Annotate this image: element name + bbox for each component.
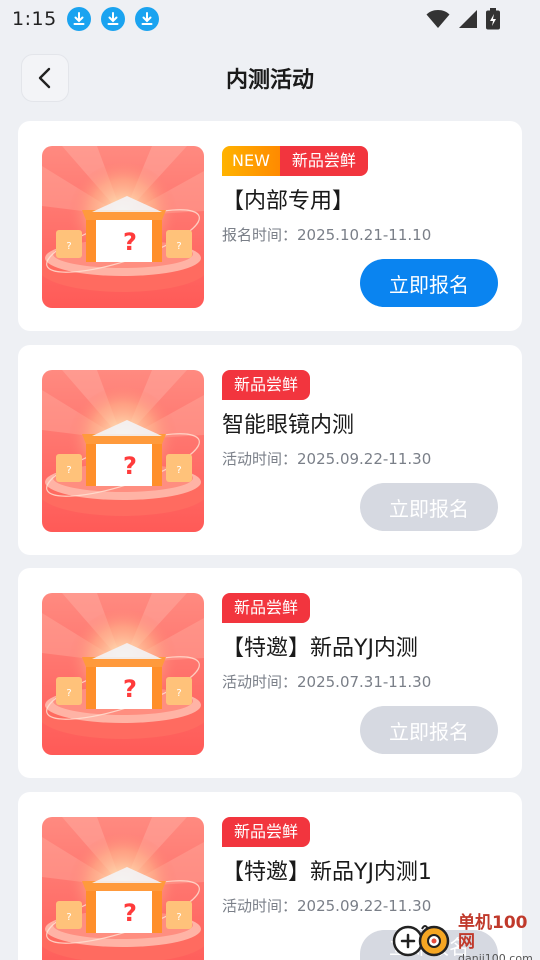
activity-time: 活动时间：2025.07.31-11.30 bbox=[222, 673, 432, 691]
activity-title: 【特邀】新品YJ内测 bbox=[222, 636, 418, 661]
badges: 新品尝鲜 bbox=[222, 593, 311, 623]
tag-badge: 新品尝鲜 bbox=[222, 593, 311, 623]
activity-time: 活动时间：2025.09.22-11.30 bbox=[222, 897, 432, 915]
tag-badge: 新品尝鲜 bbox=[222, 370, 311, 400]
download-icon bbox=[100, 7, 125, 31]
signup-button[interactable]: 立即报名 bbox=[360, 706, 498, 754]
activity-thumbnail bbox=[42, 817, 204, 960]
activity-title: 【内部专用】 bbox=[222, 189, 355, 214]
activity-card[interactable]: 新品尝鲜 【特邀】新品YJ内测 活动时间：2025.07.31-11.30 立即… bbox=[18, 568, 522, 778]
tag-badge: 新品尝鲜 bbox=[222, 817, 311, 847]
status-bar: 1:15 bbox=[0, 0, 540, 38]
activity-thumbnail bbox=[42, 370, 204, 532]
signal-icon bbox=[458, 9, 478, 33]
activity-time: 活动时间：2025.09.22-11.30 bbox=[222, 450, 432, 468]
watermark-name: 单机100网 bbox=[458, 912, 528, 952]
signup-button[interactable]: 立即报名 bbox=[360, 259, 498, 307]
header: 内测活动 bbox=[0, 44, 540, 112]
signup-button[interactable]: 立即报名 bbox=[360, 483, 498, 531]
activity-card[interactable]: 新品尝鲜 智能眼镜内测 活动时间：2025.09.22-11.30 立即报名 bbox=[18, 345, 522, 555]
battery-icon bbox=[486, 8, 500, 34]
activity-title: 【特邀】新品YJ内测1 bbox=[222, 860, 432, 885]
new-badge: NEW bbox=[222, 146, 280, 176]
tag-badge: 新品尝鲜 bbox=[279, 146, 368, 176]
status-right bbox=[426, 8, 500, 34]
status-time: 1:15 bbox=[12, 8, 57, 30]
activity-thumbnail bbox=[42, 146, 204, 308]
activity-time: 报名时间：2025.10.21-11.10 bbox=[222, 226, 432, 244]
download-icon bbox=[134, 7, 159, 31]
page-title: 内测活动 bbox=[225, 68, 314, 93]
watermark-domain: danji100.com bbox=[458, 951, 533, 960]
badges: 新品尝鲜 bbox=[222, 817, 311, 847]
download-icon bbox=[66, 7, 91, 31]
badges: 新品尝鲜 bbox=[222, 370, 311, 400]
activity-title: 智能眼镜内测 bbox=[222, 413, 355, 438]
activity-thumbnail bbox=[42, 593, 204, 755]
watermark: 单机100网 danji100.com bbox=[392, 913, 540, 960]
wifi-icon bbox=[426, 9, 450, 33]
watermark-logo-icon bbox=[392, 919, 456, 959]
activity-card[interactable]: NEW 新品尝鲜 【内部专用】 报名时间：2025.10.21-11.10 立即… bbox=[18, 121, 522, 331]
badges: NEW 新品尝鲜 bbox=[222, 146, 368, 176]
